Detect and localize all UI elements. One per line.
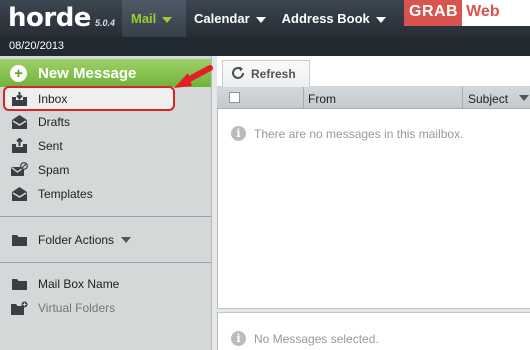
column-header-subject[interactable]: Subject [468, 92, 508, 106]
sidebar-divider [0, 262, 211, 263]
refresh-button[interactable]: Refresh [222, 60, 310, 87]
drafts-icon [10, 114, 28, 130]
spam-icon [10, 162, 28, 178]
toolbar: Refresh [217, 56, 530, 87]
new-message-label: New Message [38, 64, 137, 82]
refresh-label: Refresh [251, 67, 296, 81]
sidebar-item-label: Virtual Folders [38, 301, 116, 315]
nav-address-book[interactable]: Address Book [274, 0, 394, 37]
folder-plus-icon [10, 300, 28, 316]
chevron-down-icon [255, 16, 266, 23]
sidebar-item-virtual-folders[interactable]: Virtual Folders [0, 297, 211, 319]
sidebar-item-label: Sent [38, 139, 63, 153]
sidebar-item-templates[interactable]: Templates [0, 183, 211, 205]
sidebar-divider [0, 216, 211, 217]
preview-resize-handle[interactable] [217, 308, 530, 313]
watermark-part2: Web [462, 0, 530, 26]
empty-mailbox-text: There are no messages in this mailbox. [254, 126, 464, 141]
inbox-icon [10, 91, 28, 107]
templates-icon [10, 186, 28, 202]
chevron-down-icon [375, 16, 386, 23]
chevron-down-icon [162, 16, 173, 23]
message-list-header: From Subject [217, 87, 530, 109]
sidebar-item-sent[interactable]: Sent [0, 135, 211, 157]
nav-calendar[interactable]: Calendar [186, 0, 274, 37]
watermark-part1: GRAB [404, 0, 463, 26]
folder-actions-menu[interactable]: Folder Actions [0, 229, 211, 251]
sent-icon [10, 138, 28, 154]
sidebar: + New Message Inbox Drafts Sent Spam Tem… [0, 56, 211, 350]
sidebar-item-label: Drafts [38, 115, 71, 129]
column-separator [303, 87, 304, 109]
chevron-down-icon [121, 237, 132, 243]
version-label: 5.0.4 [94, 18, 115, 28]
sidebar-item-drafts[interactable]: Drafts [0, 111, 211, 133]
nav-calendar-label: Calendar [194, 11, 250, 26]
preview-status-text: No Messages selected. [254, 331, 379, 346]
info-icon: i [231, 331, 246, 346]
sidebar-item-spam[interactable]: Spam [0, 159, 211, 181]
horde-logo[interactable]: horde 5.0.4 [0, 0, 122, 37]
folder-actions-label: Folder Actions [38, 233, 115, 247]
info-icon: i [231, 126, 246, 141]
preview-status: i No Messages selected. [231, 331, 379, 346]
sidebar-item-label: Inbox [38, 92, 68, 106]
grabweb-watermark: GRAB Web [404, 0, 530, 26]
refresh-icon [230, 65, 246, 84]
main-pane: Refresh From Subject i There are no mess… [217, 56, 530, 350]
sort-chevron-down-icon[interactable] [519, 95, 529, 101]
nav-mail-label: Mail [131, 11, 157, 26]
column-header-from[interactable]: From [308, 92, 336, 106]
red-arrow-annotation [174, 65, 213, 88]
sidebar-item-label: Templates [38, 187, 93, 201]
nav-address-book-label: Address Book [281, 11, 370, 26]
sidebar-item-mailbox-name[interactable]: Mail Box Name [0, 273, 211, 295]
date-bar: 08/20/2013 [0, 37, 530, 56]
empty-mailbox-notice: i There are no messages in this mailbox. [231, 126, 463, 141]
column-separator [462, 87, 463, 109]
logo-text: horde [8, 3, 91, 33]
folder-icon [10, 276, 28, 292]
sidebar-item-label: Spam [38, 163, 70, 177]
sidebar-item-label: Mail Box Name [38, 277, 120, 291]
plus-icon: + [10, 64, 27, 82]
nav-mail[interactable]: Mail [122, 0, 186, 37]
folder-icon [10, 232, 28, 248]
current-date: 08/20/2013 [9, 40, 65, 52]
select-all-checkbox[interactable] [229, 92, 240, 103]
